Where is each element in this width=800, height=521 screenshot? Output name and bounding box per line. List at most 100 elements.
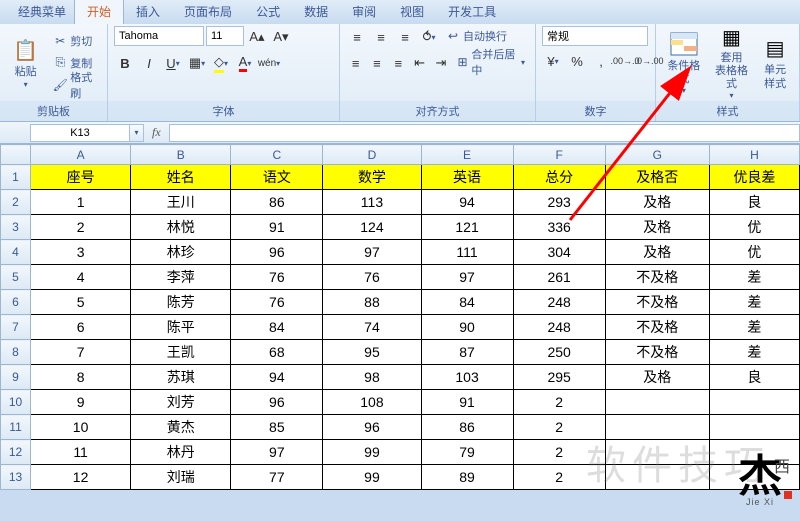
fx-icon[interactable]: fx — [144, 125, 169, 140]
cell[interactable]: 68 — [231, 340, 323, 365]
cell[interactable]: 陈芳 — [131, 290, 231, 315]
cell[interactable]: 84 — [421, 290, 513, 315]
borders-button[interactable]: ▦▾ — [186, 52, 208, 74]
cell[interactable]: 林丹 — [131, 440, 231, 465]
row-header[interactable]: 4 — [1, 240, 31, 265]
cell[interactable]: 优良差 — [709, 165, 799, 190]
cell[interactable]: 不及格 — [605, 290, 709, 315]
cell-styles-button[interactable]: ▤ 单元样式 — [757, 28, 793, 98]
col-header[interactable]: C — [231, 145, 323, 165]
row-header[interactable]: 2 — [1, 190, 31, 215]
cell[interactable]: 林悦 — [131, 215, 231, 240]
cell[interactable]: 1 — [31, 190, 131, 215]
cell[interactable]: 99 — [323, 440, 421, 465]
cell[interactable] — [709, 415, 799, 440]
align-middle-button[interactable]: ≡ — [370, 26, 392, 48]
underline-button[interactable]: U▾ — [162, 52, 184, 74]
increase-decimal-button[interactable]: .00→.0 — [614, 50, 636, 72]
cell[interactable]: 10 — [31, 415, 131, 440]
cell[interactable] — [709, 465, 799, 490]
font-size-select[interactable] — [206, 26, 244, 46]
cell[interactable]: 及格 — [605, 365, 709, 390]
fill-color-button[interactable]: ◇▾ — [210, 52, 232, 74]
cell[interactable]: 2 — [513, 440, 605, 465]
cell[interactable]: 及格 — [605, 240, 709, 265]
cell[interactable]: 刘瑞 — [131, 465, 231, 490]
name-box-dropdown[interactable]: ▾ — [130, 124, 144, 142]
cell[interactable]: 103 — [421, 365, 513, 390]
font-name-select[interactable] — [114, 26, 204, 46]
cell[interactable]: 96 — [231, 240, 323, 265]
bold-button[interactable]: B — [114, 52, 136, 74]
cell[interactable] — [605, 390, 709, 415]
phonetic-button[interactable]: wén▾ — [258, 52, 280, 74]
tab-page-layout[interactable]: 页面布局 — [172, 0, 244, 24]
cell[interactable]: 2 — [513, 390, 605, 415]
cell[interactable]: 98 — [323, 365, 421, 390]
classic-menu[interactable]: 经典菜单 — [10, 0, 74, 24]
cell[interactable]: 91 — [421, 390, 513, 415]
cell[interactable]: 6 — [31, 315, 131, 340]
decrease-indent-button[interactable]: ⇤ — [410, 52, 429, 74]
italic-button[interactable]: I — [138, 52, 160, 74]
paste-button[interactable]: 📋 粘贴 ▾ — [6, 28, 45, 98]
row-header[interactable]: 1 — [1, 165, 31, 190]
cell[interactable]: 108 — [323, 390, 421, 415]
cell[interactable]: 86 — [231, 190, 323, 215]
cell[interactable]: 7 — [31, 340, 131, 365]
cell[interactable]: 总分 — [513, 165, 605, 190]
col-header[interactable]: B — [131, 145, 231, 165]
cell[interactable]: 94 — [231, 365, 323, 390]
tab-data[interactable]: 数据 — [292, 0, 340, 24]
row-header[interactable]: 13 — [1, 465, 31, 490]
cell[interactable]: 不及格 — [605, 340, 709, 365]
select-all-corner[interactable] — [1, 145, 31, 165]
align-bottom-button[interactable]: ≡ — [394, 26, 416, 48]
cell[interactable]: 96 — [231, 390, 323, 415]
cell[interactable]: 336 — [513, 215, 605, 240]
cell[interactable]: 79 — [421, 440, 513, 465]
cell[interactable]: 94 — [421, 190, 513, 215]
cell[interactable] — [709, 440, 799, 465]
increase-indent-button[interactable]: ⇥ — [431, 52, 450, 74]
cell[interactable]: 97 — [323, 240, 421, 265]
cell[interactable]: 111 — [421, 240, 513, 265]
cell[interactable]: 9 — [31, 390, 131, 415]
cut-button[interactable]: ✂剪切 — [49, 31, 101, 51]
cell[interactable]: 304 — [513, 240, 605, 265]
cell[interactable]: 4 — [31, 265, 131, 290]
cell[interactable]: 84 — [231, 315, 323, 340]
cell[interactable] — [605, 440, 709, 465]
cell[interactable]: 黄杰 — [131, 415, 231, 440]
decrease-font-button[interactable]: A▾ — [270, 26, 292, 48]
row-header[interactable]: 9 — [1, 365, 31, 390]
row-header[interactable]: 10 — [1, 390, 31, 415]
cell[interactable]: 90 — [421, 315, 513, 340]
cell[interactable]: 差 — [709, 315, 799, 340]
cell[interactable]: 248 — [513, 315, 605, 340]
cell[interactable]: 293 — [513, 190, 605, 215]
cell[interactable]: 5 — [31, 290, 131, 315]
cell[interactable]: 良 — [709, 190, 799, 215]
cell[interactable]: 87 — [421, 340, 513, 365]
cell[interactable]: 121 — [421, 215, 513, 240]
cell[interactable]: 76 — [231, 265, 323, 290]
orientation-button[interactable]: ⥀▾ — [418, 26, 440, 48]
align-top-button[interactable]: ≡ — [346, 26, 368, 48]
cell[interactable]: 91 — [231, 215, 323, 240]
wrap-text-button[interactable]: ↩自动换行 — [442, 26, 511, 46]
cell[interactable] — [605, 465, 709, 490]
font-color-button[interactable]: A▾ — [234, 52, 256, 74]
cell[interactable]: 96 — [323, 415, 421, 440]
cell[interactable]: 优 — [709, 215, 799, 240]
row-header[interactable]: 5 — [1, 265, 31, 290]
row-header[interactable]: 8 — [1, 340, 31, 365]
formula-bar[interactable] — [169, 124, 800, 142]
cell[interactable]: 李萍 — [131, 265, 231, 290]
cell[interactable]: 2 — [513, 465, 605, 490]
cell[interactable]: 差 — [709, 290, 799, 315]
cell[interactable]: 姓名 — [131, 165, 231, 190]
cell[interactable]: 不及格 — [605, 315, 709, 340]
col-header[interactable]: E — [421, 145, 513, 165]
cell[interactable]: 95 — [323, 340, 421, 365]
